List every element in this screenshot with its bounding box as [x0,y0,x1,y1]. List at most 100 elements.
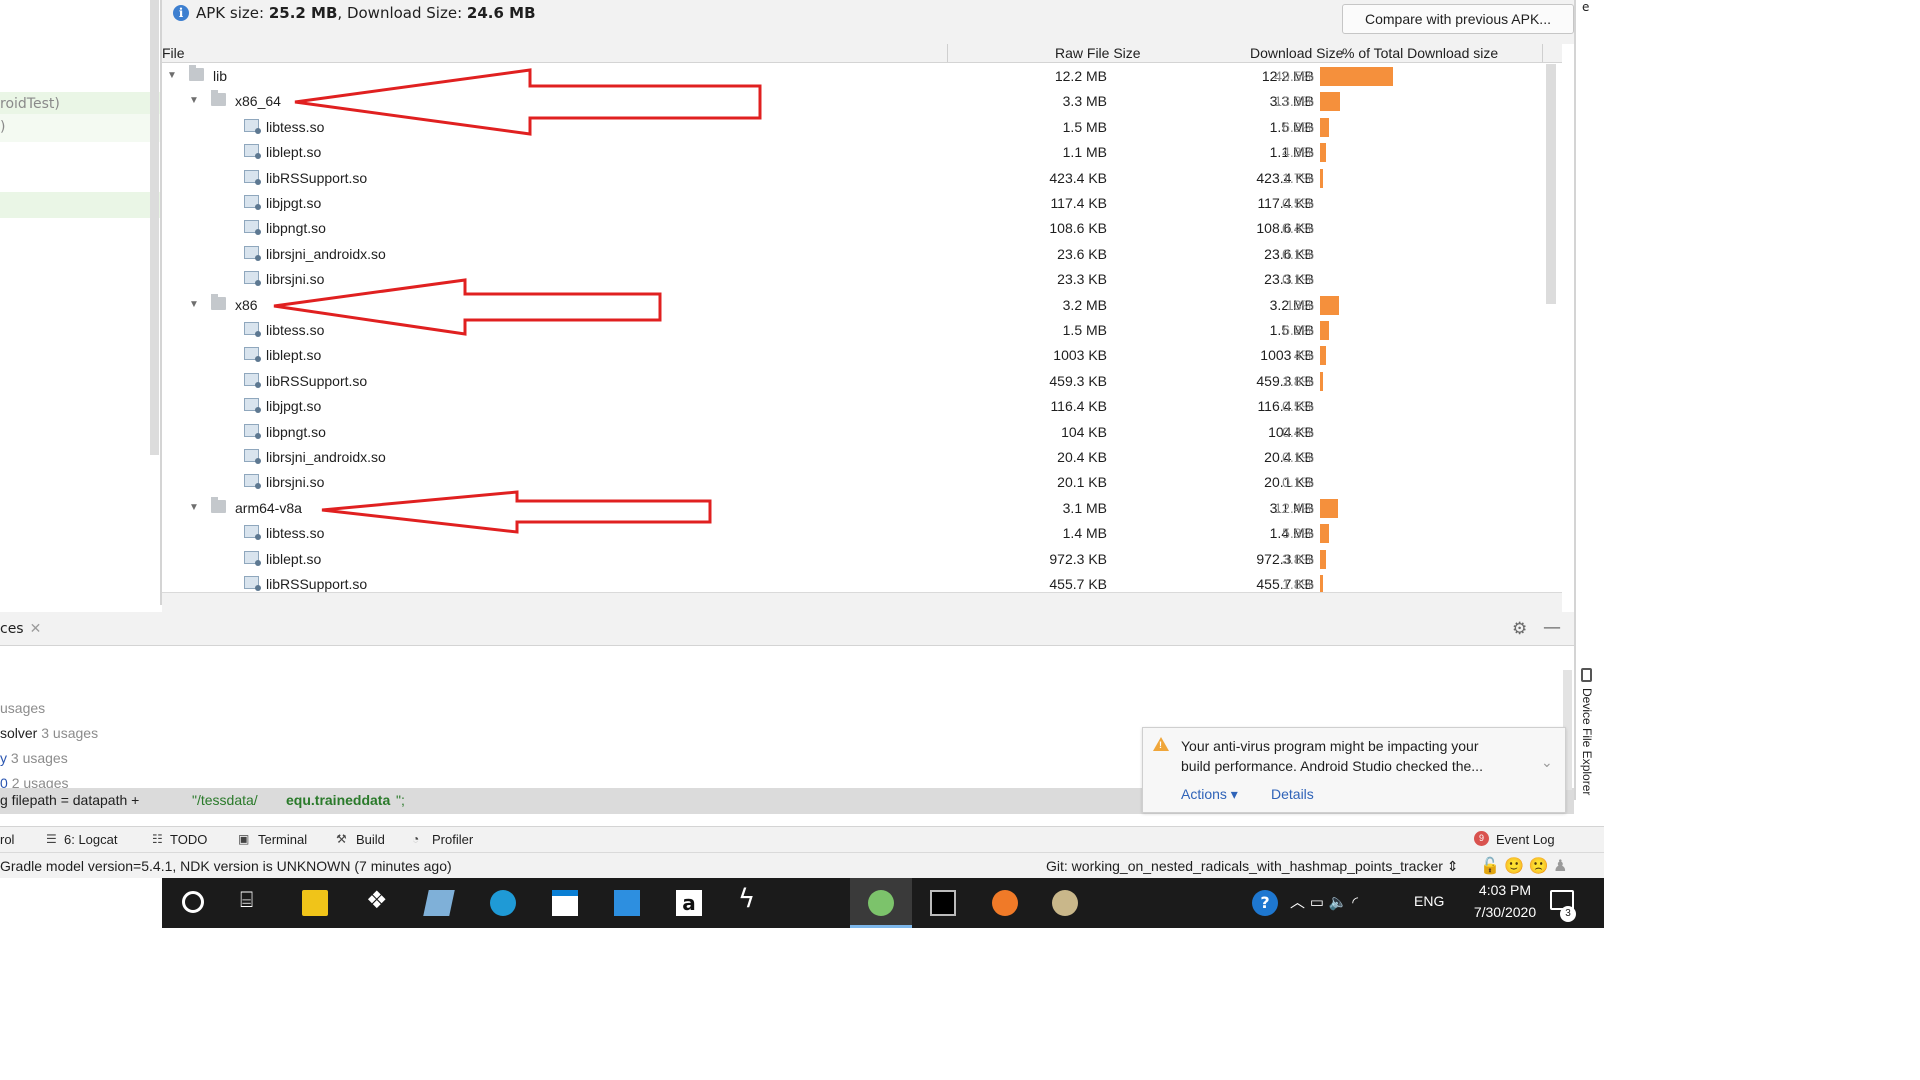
terminal-icon: ▣ [238,832,250,846]
minimize-icon[interactable]: — [1543,617,1561,638]
table-row[interactable]: librsjni_androidx.so 20.4 KB 20.4 KB 0.1% [162,445,1562,470]
table-row[interactable]: libpngt.so 108.6 KB 108.6 KB 0.4% [162,216,1562,241]
tool-profiler[interactable]: Profiler [432,832,473,847]
table-row[interactable]: libtess.so 1.5 MB 1.5 MB 6.2% [162,115,1562,140]
table-row[interactable]: libRSSupport.so 423.4 KB 423.4 KB 1.7% [162,166,1562,191]
android-studio-icon[interactable] [868,890,894,916]
raw-size: 1.4 MB [1062,525,1107,542]
language-indicator[interactable]: ENG [1414,893,1444,909]
tab-usages[interactable]: ces ✕ [0,621,41,637]
clock-time[interactable]: 4:03 PM [1460,882,1550,898]
raw-size: 3.1 MB [1062,499,1107,516]
table-row[interactable]: libtess.so 1.4 MB 1.4 MB 5.8% [162,521,1562,546]
table-row[interactable]: librsjni.so 23.3 KB 23.3 KB 0.1% [162,267,1562,292]
table-row[interactable]: liblept.so 972.3 KB 972.3 KB 3.8% [162,547,1562,572]
speaker-icon[interactable]: 🔈 [1329,893,1348,911]
editor-line[interactable]: roidTest) [0,96,60,112]
folder-icon [189,65,204,81]
file-explorer-icon[interactable] [302,890,328,916]
expand-arrow-icon[interactable]: ▼ [189,299,199,310]
mail-icon[interactable] [614,890,640,916]
expand-arrow-icon[interactable]: ▼ [189,95,199,106]
library-file-icon [244,423,261,439]
edge-icon[interactable] [490,890,516,916]
library-file-icon [244,398,261,414]
column-download-size[interactable]: Download Size [1250,45,1343,61]
editor-line[interactable]: ) [0,119,5,135]
library-file-icon [244,550,261,566]
list-item[interactable]: usages [0,700,45,716]
battery-icon[interactable]: ▭ [1310,893,1324,911]
status-message[interactable]: Gradle model version=5.4.1, NDK version … [0,858,452,874]
gear-icon[interactable]: ⚙ [1512,619,1527,639]
column-percent[interactable]: % of Total Download size [1342,45,1498,61]
list-item[interactable]: solver 3 usages [0,725,98,741]
table-row[interactable]: liblept.so 1.1 MB 1.1 MB 4.3% [162,140,1562,165]
table-header: File Raw File Size Download Size % of To… [162,44,1562,63]
tool-event-log[interactable]: Event Log [1496,832,1555,847]
terminal-app-icon[interactable] [930,890,956,916]
task-view-icon[interactable]: ⌸ [240,888,253,913]
tool-terminal[interactable]: Terminal [258,832,307,847]
git-branch-widget[interactable]: Git: working_on_nested_radicals_with_has… [1046,858,1459,875]
store-icon[interactable] [552,890,578,916]
help-icon[interactable]: ? [1252,890,1278,916]
editor-highlight [0,192,160,218]
tool-logcat[interactable]: 6: Logcat [64,832,118,847]
details-link[interactable]: Details [1271,786,1314,802]
smile-icon[interactable]: 🙂 [1504,858,1524,875]
column-file[interactable]: File [162,45,185,61]
table-row[interactable]: ▼ x86_64 3.3 MB 3.3 MB 13.3% [162,89,1562,114]
tool-todo[interactable]: TODO [170,832,207,847]
percent-value: 6.2% [1282,322,1314,338]
frown-icon[interactable]: 🙁 [1529,858,1549,875]
actions-link[interactable]: Actions ▾ [1181,786,1238,803]
table-row[interactable]: libRSSupport.so 455.7 KB 455.7 KB 1.8% [162,572,1562,592]
raw-size: 1.5 MB [1062,118,1107,135]
list-item[interactable]: y 3 usages [0,750,68,766]
table-row[interactable]: libpngt.so 104 KB 104 KB 0.4% [162,420,1562,445]
library-file-icon [244,525,261,541]
clock-date[interactable]: 7/30/2020 [1460,904,1550,920]
table-row[interactable]: ▼ lib 12.2 MB 12.2 MB 49.5% [162,64,1562,89]
paint-icon[interactable] [1052,890,1078,916]
sidebar-label[interactable]: e [1582,0,1589,14]
wifi-icon[interactable]: ◜ [1352,893,1358,911]
chevron-down-icon[interactable]: ⌄ [1541,754,1553,771]
percent-value: 0.5% [1282,398,1314,415]
dropbox-icon[interactable]: ❖ [366,886,392,914]
table-row[interactable]: libjpgt.so 116.4 KB 116.4 KB 0.5% [162,394,1562,419]
horizontal-scrollbar[interactable] [162,592,1562,612]
table-row[interactable]: liblept.so 1003 KB 1003 KB 4% [162,343,1562,368]
table-row[interactable]: librsjni.so 20.1 KB 20.1 KB 0.1% [162,470,1562,495]
tool-version-control[interactable]: rol [0,832,14,847]
table-row[interactable]: libtess.so 1.5 MB 1.5 MB 6.2% [162,318,1562,343]
firefox-icon[interactable] [992,890,1018,916]
library-file-icon [244,220,261,236]
editor-scrollbar[interactable] [150,0,159,455]
compare-apk-button[interactable]: Compare with previous APK... [1342,4,1574,34]
cortana-icon[interactable] [182,891,204,913]
expand-arrow-icon[interactable]: ▼ [167,70,177,81]
table-scrollbar[interactable] [1546,64,1556,304]
percent-value: 12.4% [1274,499,1314,516]
close-icon[interactable]: ✕ [30,621,42,637]
chevron-up-icon[interactable]: ︿ [1290,893,1305,911]
table-row[interactable]: libRSSupport.so 459.3 KB 459.3 KB 1.8% [162,369,1562,394]
amazon-icon[interactable]: a [676,890,702,916]
raw-size: 20.1 KB [1057,474,1107,491]
table-row[interactable]: ▼ arm64-v8a 3.1 MB 3.1 MB 12.4% [162,496,1562,521]
notes-app-icon[interactable] [423,890,455,916]
inspector-icon[interactable]: ♟ [1553,858,1567,875]
table-row[interactable]: libjpgt.so 117.4 KB 117.4 KB 0.5% [162,191,1562,216]
table-row[interactable]: librsjni_androidx.so 23.6 KB 23.6 KB 0.1% [162,242,1562,267]
app-icon[interactable]: ϟ [738,884,764,914]
table-row[interactable]: ▼ x86 3.2 MB 3.2 MB 13% [162,293,1562,318]
expand-arrow-icon[interactable]: ▼ [189,502,199,513]
device-file-explorer-tab[interactable]: Device File Explorer [1578,668,1600,813]
column-raw-size[interactable]: Raw File Size [1055,45,1141,61]
lock-icon[interactable]: 🔓 [1480,858,1500,875]
apk-analyzer-panel: i APK size: 25.2 MB, Download Size: 24.6… [162,0,1574,612]
library-file-icon [244,118,261,134]
tool-build[interactable]: Build [356,832,385,847]
